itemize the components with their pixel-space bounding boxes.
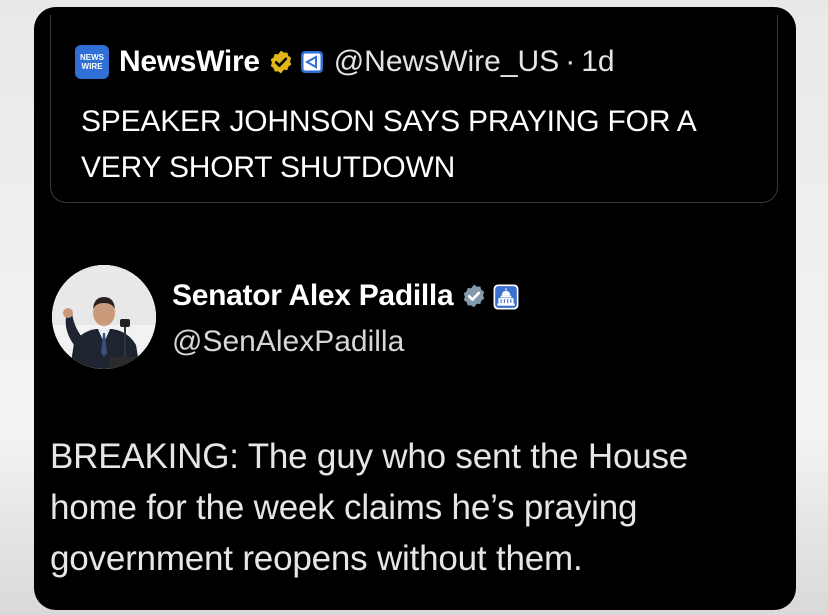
quoted-timestamp[interactable]: 1d — [581, 45, 614, 79]
post-card[interactable]: NEWS WIRE NewsWire @NewsWire_US · 1d SPE… — [34, 7, 796, 610]
gold-verified-badge-icon — [268, 49, 294, 75]
logo-text-line2: WIRE — [81, 62, 103, 71]
gray-verified-badge-icon — [461, 283, 487, 309]
post-text: BREAKING: The guy who sent the House hom… — [50, 437, 689, 578]
newswire-logo[interactable]: NEWS WIRE — [75, 45, 109, 79]
quoted-display-name[interactable]: NewsWire — [119, 45, 260, 79]
author-header: Senator Alex Padilla — [172, 279, 519, 313]
author-display-name[interactable]: Senator Alex Padilla — [172, 279, 454, 313]
quoted-post[interactable]: NEWS WIRE NewsWire @NewsWire_US · 1d SPE… — [50, 15, 778, 203]
quoted-handle[interactable]: @NewsWire_US — [334, 45, 559, 79]
affiliate-badge-icon — [300, 50, 324, 74]
quoted-post-header: NEWS WIRE NewsWire @NewsWire_US · 1d — [75, 45, 615, 79]
avatar[interactable] — [52, 265, 156, 369]
author-handle[interactable]: @SenAlexPadilla — [172, 325, 404, 359]
separator-dot: · — [565, 45, 576, 78]
logo-text-line1: NEWS — [80, 53, 104, 62]
capitol-building-icon — [493, 284, 519, 310]
quoted-post-text: SPEAKER JOHNSON SAYS PRAYING FOR A VERY … — [81, 105, 695, 184]
